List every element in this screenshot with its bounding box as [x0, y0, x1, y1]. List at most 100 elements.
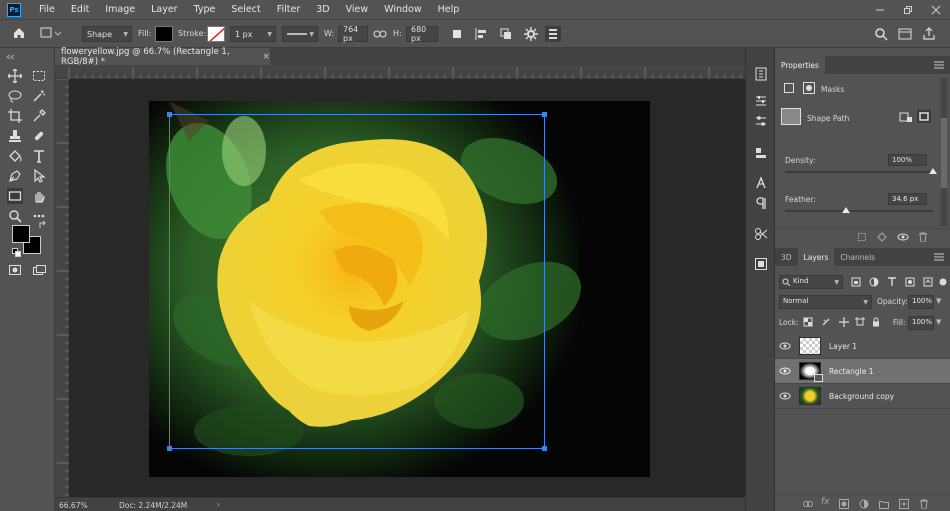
hand-tool-icon[interactable] [31, 188, 47, 204]
lock-all-icon[interactable] [871, 317, 881, 327]
density-field[interactable]: 100% [888, 154, 927, 166]
lock-pixels-icon[interactable] [821, 317, 831, 327]
tool-preset-picker[interactable] [40, 27, 62, 39]
navigator-icon[interactable] [753, 256, 769, 272]
visibility-eye-icon[interactable] [775, 341, 795, 351]
stamp-tool-icon[interactable] [7, 128, 23, 144]
filter-toggle-icon[interactable] [938, 277, 948, 287]
properties-panel-icon[interactable] [753, 113, 769, 129]
scrollbar-thumb[interactable] [941, 118, 947, 188]
type-tool-icon[interactable] [31, 148, 47, 164]
layer-row[interactable]: Layer 1 [775, 334, 950, 359]
fill-swatch[interactable] [155, 26, 173, 42]
layer-name[interactable]: Background copy [829, 392, 894, 401]
tab-properties[interactable]: Properties [775, 56, 825, 74]
swap-colors-icon[interactable] [38, 220, 48, 230]
pen-tool-icon[interactable] [7, 168, 23, 184]
new-group-icon[interactable] [879, 499, 889, 509]
toolbar-collapse-icon[interactable] [6, 54, 50, 60]
gear-icon[interactable] [524, 27, 538, 41]
menu-file[interactable]: File [31, 4, 63, 15]
photoshop-logo[interactable]: Ps [7, 2, 21, 17]
feather-field[interactable]: 34.6 px [888, 193, 927, 205]
align-edges-icon[interactable] [545, 26, 561, 42]
select-mask-icon[interactable] [899, 111, 913, 123]
lock-transparent-icon[interactable] [803, 317, 813, 327]
path-selection-tool-icon[interactable] [31, 168, 47, 184]
magic-wand-tool-icon[interactable] [31, 88, 47, 104]
filter-type-icon[interactable] [887, 277, 897, 287]
filter-shape-icon[interactable] [905, 277, 915, 287]
close-icon[interactable] [922, 0, 950, 19]
feather-slider[interactable] [785, 210, 933, 212]
eyedropper-tool-icon[interactable] [31, 108, 47, 124]
filter-adjustment-icon[interactable] [869, 277, 879, 287]
lasso-tool-icon[interactable] [7, 88, 23, 104]
apply-mask-icon[interactable] [917, 110, 931, 123]
document-canvas[interactable] [149, 101, 650, 477]
blend-mode-select[interactable]: Normal ▼ [779, 295, 872, 309]
foreground-color-swatch[interactable] [12, 225, 30, 243]
visibility-eye-icon[interactable] [775, 366, 795, 376]
workspace-icon[interactable] [898, 27, 912, 41]
link-icon[interactable] [373, 28, 387, 40]
zoom-tool-icon[interactable] [7, 208, 23, 224]
lock-position-icon[interactable] [839, 317, 849, 327]
density-slider-knob[interactable] [929, 168, 937, 174]
filter-pixel-icon[interactable] [851, 277, 861, 287]
search-icon[interactable] [874, 27, 888, 41]
close-tab-icon[interactable]: × [262, 52, 270, 62]
menu-image[interactable]: Image [97, 4, 143, 15]
menu-type[interactable]: Type [186, 4, 224, 15]
vector-mask-icon[interactable] [803, 82, 815, 94]
minimize-icon[interactable] [866, 0, 894, 19]
restore-icon[interactable] [894, 0, 922, 19]
menu-3d[interactable]: 3D [308, 4, 337, 15]
layer-filter-select[interactable]: Kind ▼ [779, 275, 843, 289]
move-tool-icon[interactable] [7, 68, 23, 84]
menu-filter[interactable]: Filter [269, 4, 309, 15]
menu-window[interactable]: Window [376, 4, 429, 15]
tool-presets-icon[interactable] [753, 226, 769, 242]
menu-view[interactable]: View [338, 4, 377, 15]
character-icon[interactable] [753, 175, 769, 191]
width-field[interactable]: 764 px [338, 25, 368, 43]
paragraph-icon[interactable] [753, 195, 769, 211]
chevron-down-icon[interactable]: ▼ [936, 318, 941, 326]
shape-bounding-box[interactable] [149, 101, 650, 477]
path-operations-icon[interactable] [451, 28, 463, 40]
path-alignment-icon[interactable] [474, 27, 488, 41]
new-layer-icon[interactable] [899, 499, 909, 509]
apply-icon[interactable] [877, 232, 887, 242]
chevron-down-icon[interactable]: ▼ [936, 297, 941, 305]
screen-mode-icon[interactable] [31, 262, 47, 278]
panel-menu-icon[interactable] [934, 61, 944, 69]
fill-field[interactable]: 100% [908, 316, 934, 330]
visibility-eye-icon[interactable] [897, 232, 909, 242]
height-field[interactable]: 680 px [406, 25, 438, 43]
adjustments-icon[interactable] [753, 93, 769, 109]
menu-layer[interactable]: Layer [143, 4, 186, 15]
opacity-field[interactable]: 100% [908, 295, 934, 309]
marquee-tool-icon[interactable] [31, 68, 47, 84]
paint-bucket-tool-icon[interactable] [7, 148, 23, 164]
stroke-width-field[interactable]: 1 px ▼ [230, 26, 276, 42]
chevron-right-icon[interactable]: › [217, 500, 220, 509]
layer-row[interactable]: Background copy [775, 384, 950, 409]
trash-icon[interactable] [918, 232, 928, 242]
rectangle-tool-icon[interactable] [7, 188, 23, 204]
healing-tool-icon[interactable] [31, 128, 47, 144]
tab-channels[interactable]: Channels [834, 248, 881, 266]
layer-effects-icon[interactable]: fx [821, 497, 830, 507]
layer-row-selected[interactable]: Rectangle 1 [775, 359, 950, 384]
history-icon[interactable] [753, 66, 769, 82]
delete-layer-icon[interactable] [919, 499, 929, 509]
link-layers-icon[interactable] [803, 499, 813, 509]
pixel-mask-icon[interactable] [783, 82, 795, 94]
density-slider[interactable] [785, 171, 933, 173]
menu-edit[interactable]: Edit [63, 4, 97, 15]
tab-layers[interactable]: Layers [797, 248, 835, 266]
default-colors-icon[interactable] [12, 248, 21, 257]
shape-mode-select[interactable]: Shape ▼ [82, 26, 132, 42]
layer-name[interactable]: Layer 1 [829, 342, 857, 351]
